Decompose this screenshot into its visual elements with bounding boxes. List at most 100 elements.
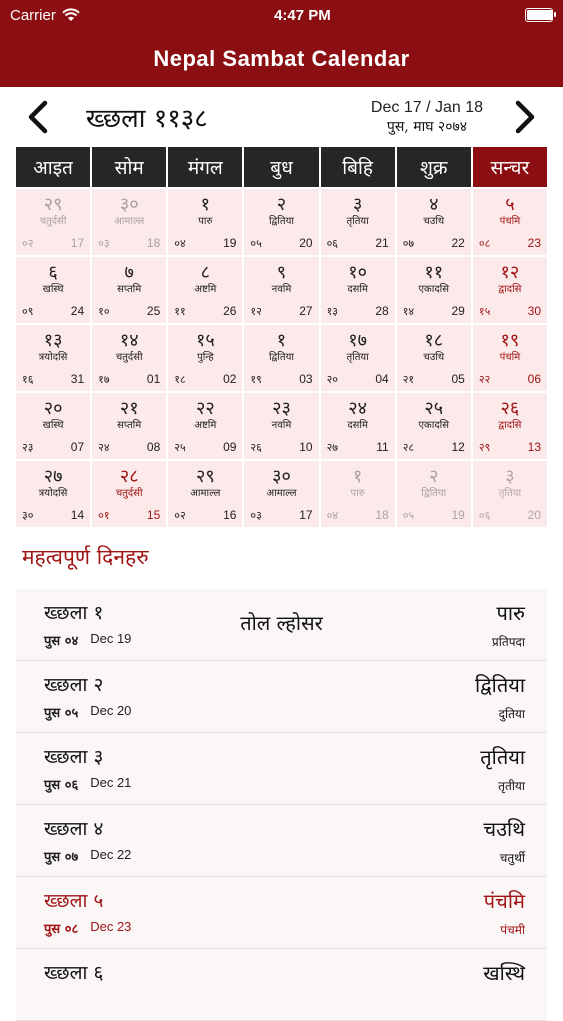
day-tithi: चतुर्दसी [115,488,143,499]
calendar-day-cell[interactable]: १९ पंचमि २२ 06 [472,325,547,391]
day-number: २७ [43,466,63,487]
next-month-button[interactable] [505,97,545,137]
important-day-row[interactable]: ख्छला ६ खस्थि [16,949,547,1021]
bs-date: ०३ [98,237,110,250]
calendar-day-cell[interactable]: १ द्वितिया १९ 03 [244,325,319,391]
day-tithi: द्वितिया [268,352,294,363]
day-footer: ०२ 17 [22,236,84,251]
calendar-day-cell[interactable]: १७ तृतिया २० 04 [320,325,395,391]
calendar-day-cell[interactable]: १८ चउथि २१ 05 [396,325,471,391]
row-dates: पुस ०८ Dec 23 [44,919,131,937]
calendar-day-cell[interactable]: ४ चउथि ०७ 22 [396,189,471,255]
ad-date: 26 [223,304,237,318]
important-day-row[interactable]: ख्छला १ पुस ०४ Dec 19 तोल ल्होसर पारु प्रतिपद… [16,589,547,661]
day-number: २४ [348,398,367,419]
calendar-day-cell[interactable]: २३ नवमि २६ 10 [244,393,319,459]
day-tithi: सप्तमि [117,284,142,295]
bs-date: ०७ [402,237,415,250]
calendar-day-cell[interactable]: २२ अष्टमि २५ 09 [168,393,243,459]
row-dates: पुस ०६ Dec 21 [44,775,131,793]
day-footer: १५ 30 [479,304,541,319]
calendar-day-cell[interactable]: ३ तृतिया ०६ 20 [472,461,547,527]
day-number: १२ [500,262,520,283]
ad-date: 14 [70,508,85,522]
calendar-day-cell[interactable]: ३० आमाल्ल ०३ 17 [244,461,319,527]
bs-date: ०४ [326,509,339,522]
calendar-day-cell[interactable]: ६ खस्थि ०९ 24 [16,257,91,323]
calendar-day-cell[interactable]: २४ दसमि २७ 11 [320,393,395,459]
day-footer: २७ 11 [327,440,389,455]
ad-date: Dec 21 [90,775,132,790]
day-footer: ०८ 23 [479,236,541,251]
day-footer: ०७ 22 [403,236,465,251]
day-number: ५ [505,194,515,215]
ns-date: ख्छला २ [44,674,104,696]
ad-date: 10 [299,440,313,454]
day-number: २१ [119,398,139,419]
calendar-day-cell[interactable]: ८ अष्टमि ११ 26 [168,257,243,323]
day-footer: २९ 13 [479,440,541,455]
tithi-newari: खस्थि [483,961,525,985]
calendar-day-cell[interactable]: २८ चतुर्दसी ०१ 15 [92,461,167,527]
day-footer: २८ 12 [403,440,465,455]
calendar-day-cell[interactable]: २६ द्वादसि २९ 13 [472,393,547,459]
day-footer: १७ 01 [98,372,160,387]
ad-date: Dec 22 [90,847,132,862]
day-number: २० [43,398,63,419]
calendar-day-cell[interactable]: १५ पुन्हि १८ 02 [168,325,243,391]
bs-date: ०५ [250,237,262,250]
calendar-day-cell[interactable]: ९ नवमि १२ 27 [244,257,319,323]
calendar-day-cell[interactable]: २९ आमाल्ल ०२ 16 [168,461,243,527]
calendar-day-cell[interactable]: १ पारु ०४ 18 [320,461,395,527]
day-footer: ०३ 17 [250,508,312,523]
important-day-row[interactable]: ख्छला ४ पुस ०७ Dec 22 चउथि चतुर्थी [16,805,547,877]
calendar-day-cell[interactable]: १३ त्रयोदसि १६ 31 [16,325,91,391]
day-tithi: द्वादसि [498,284,522,295]
ns-date: ख्छला ५ [44,890,104,912]
day-tithi: तृतिया [346,352,369,363]
calendar-day-cell[interactable]: १ पारु ०४ 19 [168,189,243,255]
important-day-row[interactable]: ख्छला २ पुस ०५ Dec 20 द्वितिया दुतिया [16,661,547,733]
prev-month-button[interactable] [18,97,58,137]
calendar-day-cell[interactable]: ३० आमाल्ल ०३ 18 [92,189,167,255]
month-bar: ख्छला ११३८ Dec 17 / Jan 18 पुस, माघ २०७४ [0,87,563,147]
calendar-day-cell[interactable]: ३ तृतिया ०६ 21 [320,189,395,255]
calendar-day-cell[interactable]: १४ चतुर्दसी १७ 01 [92,325,167,391]
calendar-day-cell[interactable]: १० दसमि १३ 28 [320,257,395,323]
important-day-row[interactable]: ख्छला ५ पुस ०८ Dec 23 पंचमि पंचमी [16,877,547,949]
important-day-row[interactable]: ख्छला ३ पुस ०६ Dec 21 तृतिया तृतीया [16,733,547,805]
day-tithi: त्रयोदसि [38,488,68,499]
calendar-day-cell[interactable]: २ द्वितिया ०५ 20 [244,189,319,255]
calendar-day-cell[interactable]: २ द्वितिया ०५ 19 [396,461,471,527]
ad-date: 20 [299,236,313,250]
ad-date: 17 [70,236,85,250]
calendar-day-cell[interactable]: २५ एकादसि २८ 12 [396,393,471,459]
calendar-day-cell[interactable]: ५ पंचमि ०८ 23 [472,189,547,255]
day-number: २९ [195,466,215,487]
bs-date: ०३ [250,509,262,522]
weekday-sun: आइत [16,147,91,187]
calendar-day-cell[interactable]: २१ सप्तमि २४ 08 [92,393,167,459]
weekday-wed: बुध [244,147,319,187]
nepali-range: पुस, माघ २०७४ [386,118,468,135]
chevron-right-icon [515,100,535,134]
calendar-day-cell[interactable]: २७ त्रयोदसि ३० 14 [16,461,91,527]
day-tithi: द्वादसि [498,420,522,431]
day-tithi: चतुर्दसी [115,352,143,363]
bs-date: २८ [402,441,415,454]
battery-level [526,10,553,20]
calendar-day-cell[interactable]: ७ सप्तमि १० 25 [92,257,167,323]
tithi-newari: तृतिया [480,745,525,769]
bs-date: २५ [174,441,186,454]
calendar-day-cell[interactable]: २० खस्थि २३ 07 [16,393,91,459]
calendar-day-cell[interactable]: ११ एकादसि १४ 29 [396,257,471,323]
ad-date: 06 [527,372,541,386]
calendar-day-cell[interactable]: १२ द्वादसि १५ 30 [472,257,547,323]
day-tithi: द्वितिया [268,216,294,227]
day-number: १५ [195,330,215,351]
ad-date: 16 [223,508,237,522]
calendar-day-cell[interactable]: २९ चतुर्दसी ०२ 17 [16,189,91,255]
day-number: ७ [124,262,134,283]
day-number: ३० [272,466,291,487]
ad-date: 15 [146,508,161,522]
